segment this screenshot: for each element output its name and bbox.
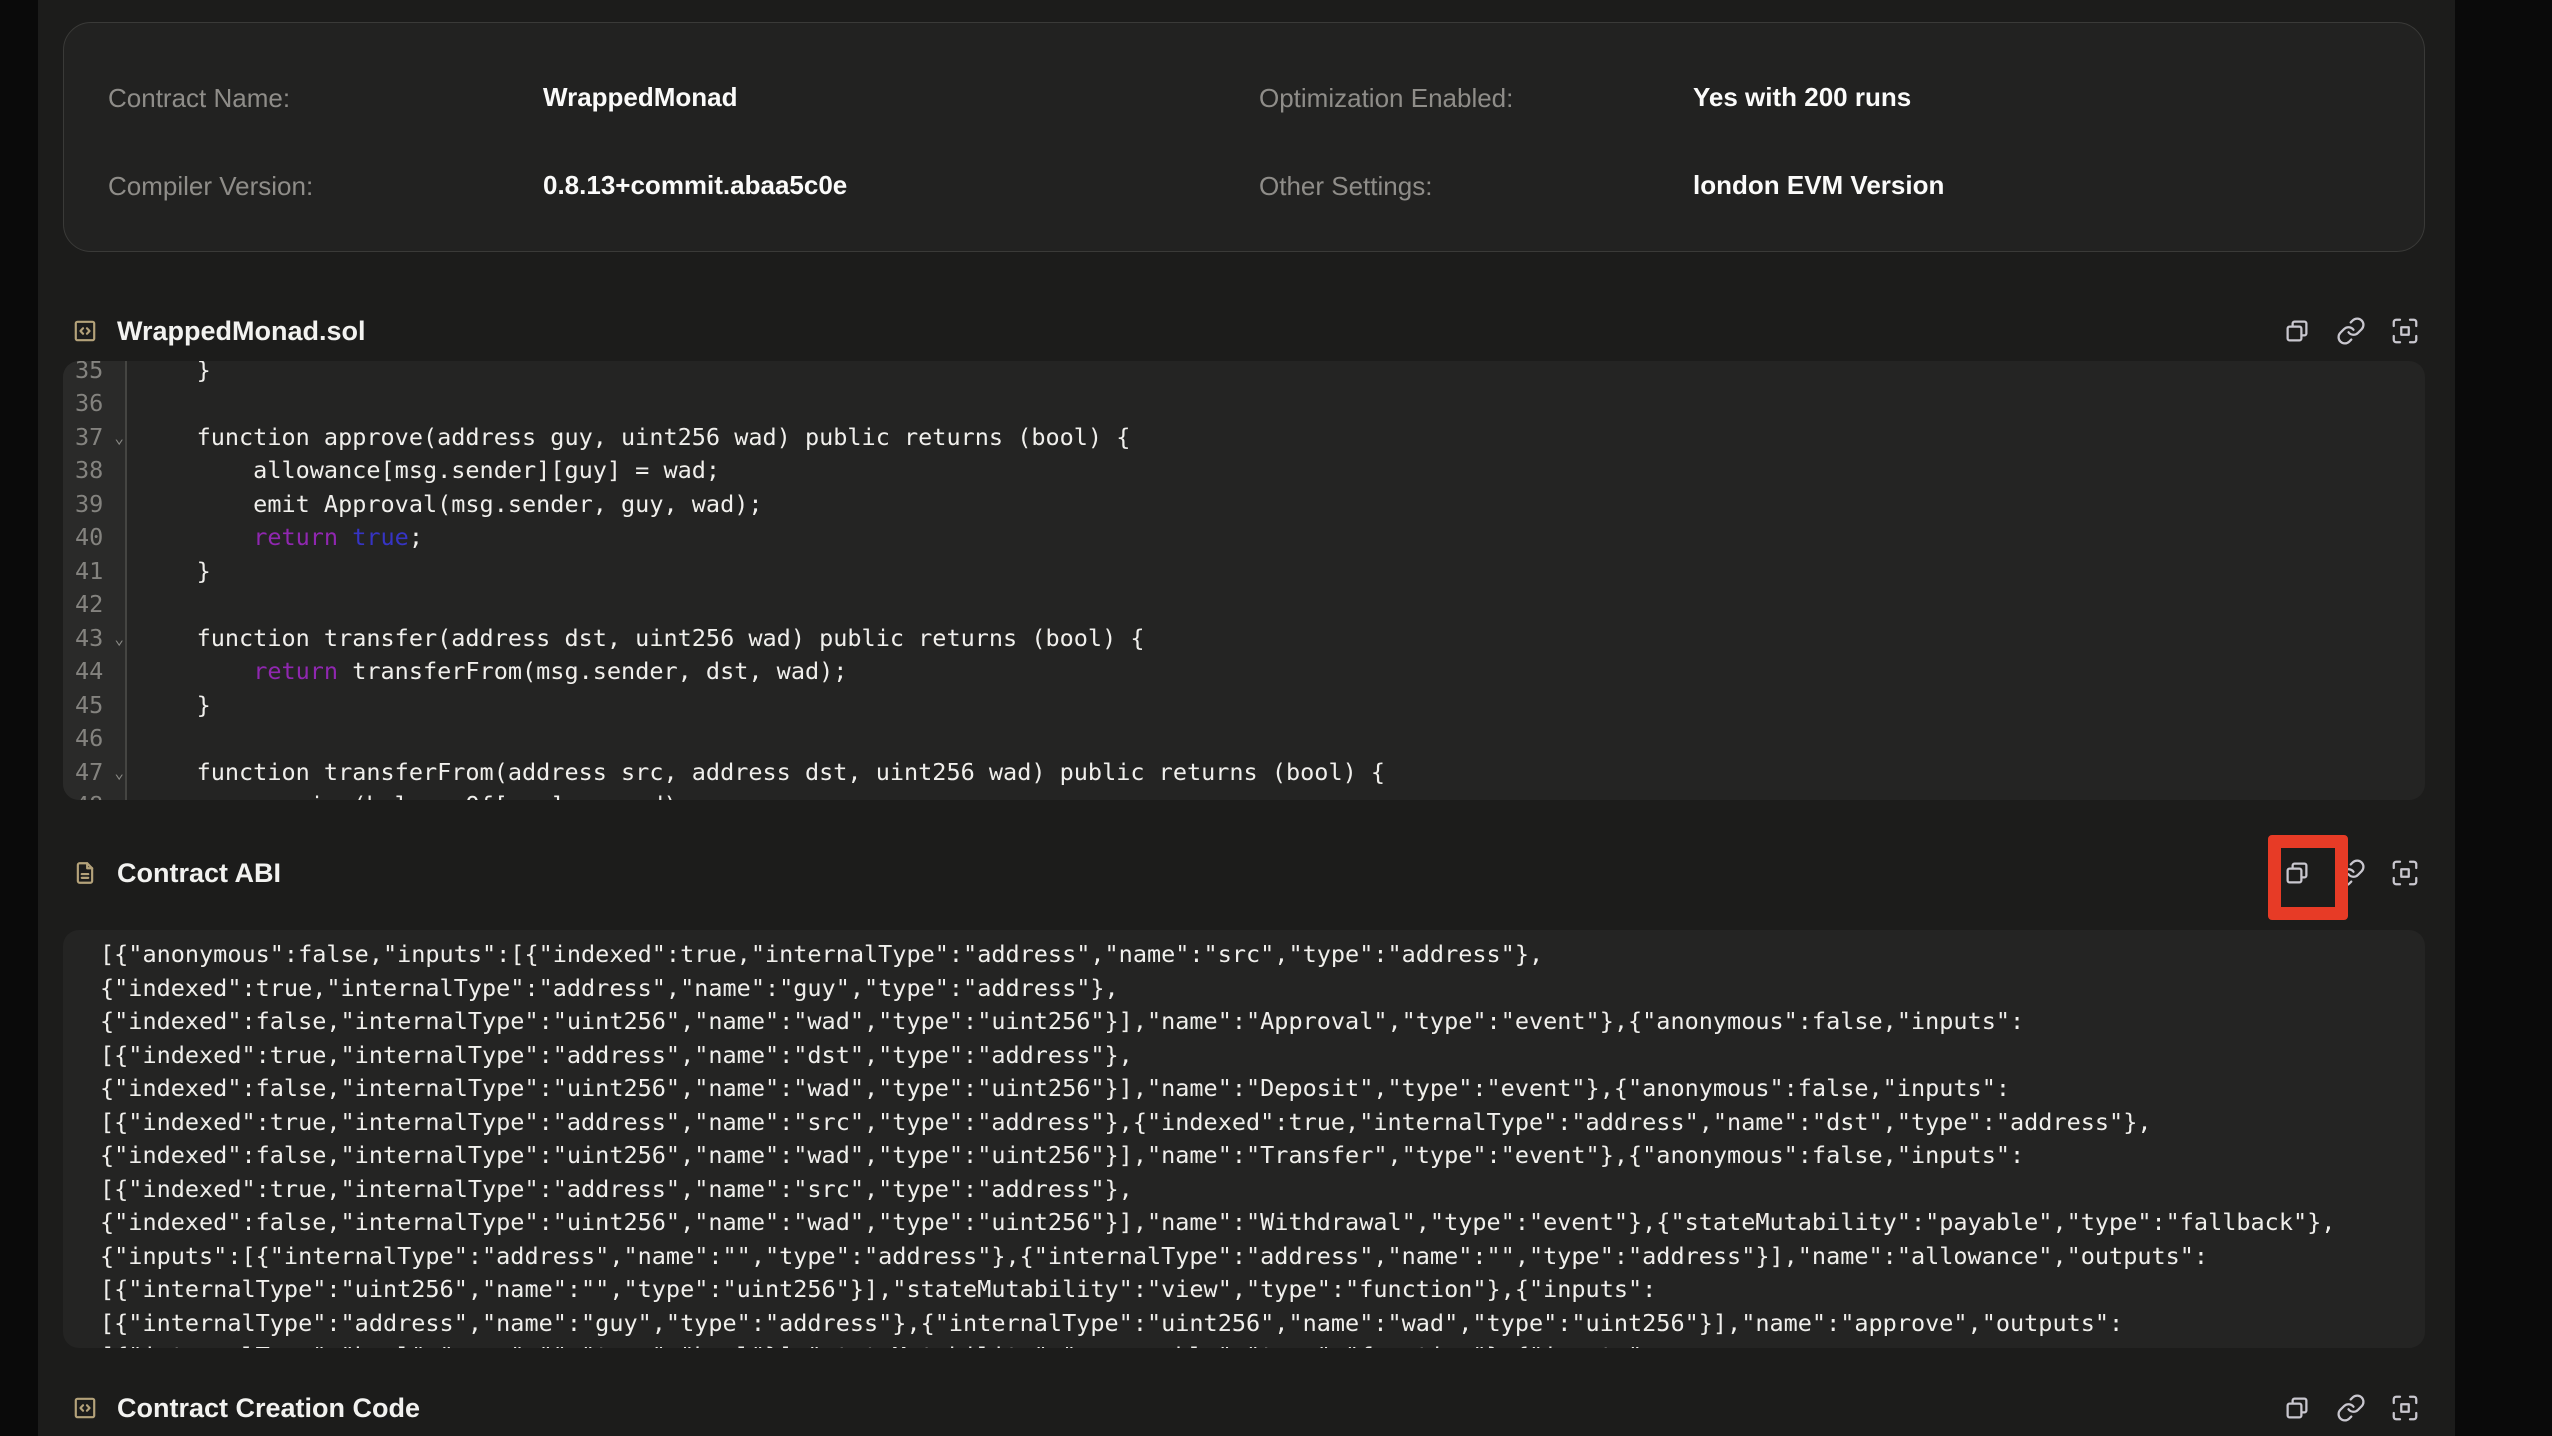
line-number-gutter: 43 ⌄ (63, 621, 127, 655)
creation-copy-button[interactable] (2282, 1393, 2312, 1423)
line-number: 35 (75, 361, 103, 384)
line-number-gutter: 39 (63, 487, 127, 521)
line-number-gutter: 36 (63, 387, 127, 421)
line-number: 39 (75, 490, 103, 518)
contract-abi-title: Contract ABI (117, 858, 281, 889)
code-line: 38 allowance[msg.sender][guy] = wad; (63, 454, 2425, 488)
fold-chevron-icon[interactable]: ⌄ (114, 631, 124, 647)
line-number-gutter: 42 (63, 588, 127, 622)
source-link-button[interactable] (2336, 316, 2366, 346)
code-line: 41 } (63, 554, 2425, 588)
source-actions (2282, 316, 2420, 346)
line-number: 47 (75, 758, 103, 786)
line-number-gutter: 35 (63, 361, 127, 387)
code-line-text: } (127, 361, 211, 384)
contract-abi-viewer[interactable]: [{"anonymous":false,"inputs":[{"indexed"… (63, 930, 2425, 1348)
creation-actions (2282, 1393, 2420, 1423)
other-settings-value: london EVM Version (1693, 170, 1944, 201)
code-line: 40 return true; (63, 521, 2425, 555)
line-number: 40 (75, 523, 103, 551)
line-number-gutter: 48 (63, 789, 127, 801)
compiler-version-label: Compiler Version: (108, 171, 313, 202)
code-line: 42 (63, 588, 2425, 622)
code-line: 46 (63, 722, 2425, 756)
line-number-gutter: 38 (63, 454, 127, 488)
code-line: 48 require(balanceOf[src] >= wad); (63, 789, 2425, 801)
contract-name-value: WrappedMonad (543, 82, 738, 113)
code-line: 45 } (63, 688, 2425, 722)
code-line-text: allowance[msg.sender][guy] = wad; (127, 456, 720, 484)
optimization-enabled-label: Optimization Enabled: (1259, 83, 1513, 114)
code-line-text: return transferFrom(msg.sender, dst, wad… (127, 657, 847, 685)
line-number: 36 (75, 389, 103, 417)
optimization-enabled-value: Yes with 200 runs (1693, 82, 1911, 113)
code-line-text: function approve(address guy, uint256 wa… (127, 423, 1130, 451)
fold-chevron-icon[interactable]: ⌄ (114, 430, 124, 446)
creation-code-title: Contract Creation Code (117, 1393, 420, 1424)
code-line-text: } (127, 557, 211, 585)
contract-info-card: Contract Name: WrappedMonad Compiler Ver… (63, 22, 2425, 252)
code-square-icon (72, 1395, 98, 1421)
line-number: 41 (75, 557, 103, 585)
line-number-gutter: 45 (63, 688, 127, 722)
code-line: 36 (63, 387, 2425, 421)
source-file-header: WrappedMonad.sol (63, 311, 2425, 351)
code-line-text: require(balanceOf[src] >= wad); (127, 791, 692, 800)
abi-copy-button[interactable] (2282, 858, 2312, 888)
contract-name-label: Contract Name: (108, 83, 290, 114)
creation-code-header: Contract Creation Code (63, 1388, 2425, 1428)
source-expand-button[interactable] (2390, 316, 2420, 346)
source-copy-button[interactable] (2282, 316, 2312, 346)
code-line: 43 ⌄ function transfer(address dst, uint2… (63, 621, 2425, 655)
file-text-icon (72, 860, 98, 886)
line-number: 44 (75, 657, 103, 685)
code-line-text: } (127, 691, 211, 719)
source-file-title: WrappedMonad.sol (117, 316, 366, 347)
code-line-text: return true; (127, 523, 423, 551)
code-line: 47 ⌄ function transferFrom(address src, a… (63, 755, 2425, 789)
line-number: 43 (75, 624, 103, 652)
compiler-version-value: 0.8.13+commit.abaa5c0e (543, 170, 847, 201)
code-line: 37 ⌄ function approve(address guy, uint25… (63, 420, 2425, 454)
source-code-viewer[interactable]: 35 }3637⌄ function approve(address guy, … (63, 361, 2425, 800)
code-square-icon (72, 318, 98, 344)
line-number: 45 (75, 691, 103, 719)
line-number: 38 (75, 456, 103, 484)
line-number: 46 (75, 724, 103, 752)
other-settings-label: Other Settings: (1259, 171, 1432, 202)
abi-link-button[interactable] (2336, 858, 2366, 888)
line-number-gutter: 40 (63, 521, 127, 555)
line-number-gutter: 41 (63, 554, 127, 588)
line-number-gutter: 44 (63, 655, 127, 689)
line-number-gutter: 47 ⌄ (63, 755, 127, 789)
creation-expand-button[interactable] (2390, 1393, 2420, 1423)
code-line-text: function transferFrom(address src, addre… (127, 758, 1385, 786)
line-number: 42 (75, 590, 103, 618)
code-line: 44 return transferFrom(msg.sender, dst, … (63, 655, 2425, 689)
code-line-text: emit Approval(msg.sender, guy, wad); (127, 490, 763, 518)
line-number-gutter: 37 ⌄ (63, 420, 127, 454)
creation-link-button[interactable] (2336, 1393, 2366, 1423)
line-number-gutter: 46 (63, 722, 127, 756)
page-content: Contract Name: WrappedMonad Compiler Ver… (38, 0, 2455, 1436)
line-number: 48 (75, 791, 103, 800)
line-number: 37 (75, 423, 103, 451)
code-line-text: function transfer(address dst, uint256 w… (127, 624, 1145, 652)
code-line: 39 emit Approval(msg.sender, guy, wad); (63, 487, 2425, 521)
code-line: 35 } (63, 361, 2425, 387)
fold-chevron-icon[interactable]: ⌄ (114, 765, 124, 781)
code-lines: 35 }3637⌄ function approve(address guy, … (63, 361, 2425, 800)
abi-actions (2282, 858, 2420, 888)
contract-abi-text: [{"anonymous":false,"inputs":[{"indexed"… (100, 938, 2405, 1348)
abi-expand-button[interactable] (2390, 858, 2420, 888)
contract-abi-header: Contract ABI (63, 853, 2425, 893)
